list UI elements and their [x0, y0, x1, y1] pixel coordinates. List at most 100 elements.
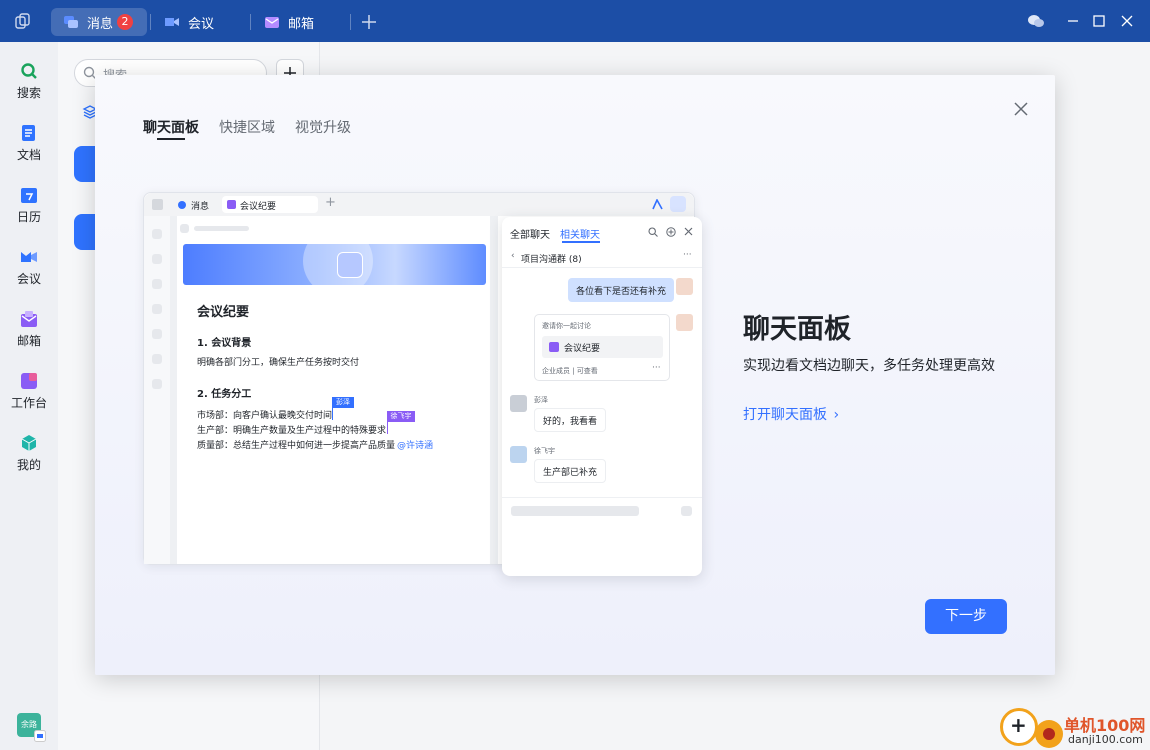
search-icon: [648, 227, 658, 237]
device-status-icon: [34, 730, 46, 742]
maximize-icon[interactable]: [1093, 15, 1105, 27]
sidebar-item-docs[interactable]: 文档: [0, 124, 58, 163]
divider: [502, 497, 702, 498]
preview-app-icon: [152, 199, 163, 210]
chat-message-text: 各位看下是否还有补充: [576, 286, 667, 297]
collab-cursor-label: 彭泽: [332, 397, 354, 408]
plus-icon: +: [325, 195, 336, 210]
sidebar-item-label: 邮箱: [16, 334, 41, 348]
preview-tab-doc: 会议纪要: [222, 196, 318, 213]
plus-icon: +: [1010, 713, 1027, 737]
tab-messages[interactable]: 消息 2: [51, 8, 147, 36]
share-card-doc-name: 会议纪要: [564, 344, 601, 354]
share-card-doc: 会议纪要: [542, 336, 663, 358]
next-button-label: 下一步: [945, 608, 987, 624]
watermark-dot-icon: [1035, 720, 1063, 748]
feature-description: 实现边看文档边聊天，多任务处理更高效: [743, 358, 995, 374]
doc-text: 市场部：向客户确认最晚交付时间: [197, 411, 333, 421]
divider: [170, 216, 177, 564]
active-tab-indicator: [157, 138, 185, 140]
sidebar-item-search[interactable]: 搜索: [0, 62, 58, 101]
doc-share-card: 邀请你一起讨论 会议纪要 企业成员 | 可查看 ···: [534, 314, 670, 381]
open-chat-panel-link-label: 打开聊天面板: [743, 407, 827, 423]
avatar: [510, 446, 527, 463]
sidebar-item-calendar[interactable]: 日历: [0, 186, 58, 225]
tab-meeting[interactable]: 会议: [156, 8, 244, 36]
sidebar-item-label: 文档: [16, 148, 41, 162]
chat-tab-all: 全部聊天: [510, 230, 550, 241]
sidebar-item-workbench[interactable]: 工作台: [0, 372, 58, 411]
skeleton: [152, 379, 162, 389]
sidebar-item-mail[interactable]: 邮箱: [0, 310, 58, 349]
sidebar-item-label: 会议: [16, 272, 41, 286]
more-icon: ···: [683, 250, 692, 260]
tab-mail-label: 邮箱: [288, 16, 315, 32]
skeleton: [194, 226, 249, 231]
skeleton: [681, 506, 692, 516]
tab-mail[interactable]: 邮箱: [256, 8, 344, 36]
back-chevron-icon: ‹: [511, 251, 515, 261]
app-logo-icon[interactable]: [15, 13, 31, 29]
ai-icon: [652, 199, 663, 210]
minimize-icon[interactable]: [1066, 14, 1080, 28]
workbench-icon: [21, 373, 37, 389]
chat-message-bubble: 生产部已补充: [534, 459, 607, 483]
preview-tabbar: 消息 会议纪要 +: [144, 193, 694, 216]
cube-icon: [21, 435, 37, 451]
sidebar-item-label: 工作台: [10, 396, 47, 410]
preview-nav-rail: [144, 216, 170, 564]
skeleton: [152, 279, 162, 289]
feature-intro-dialog: 聊天面板 快捷区域 视觉升级 消息 会议纪要 + 会议纪要 1. 会议背景 明确…: [95, 75, 1055, 675]
chat-message-bubble: 各位看下是否还有补充: [568, 278, 675, 302]
chat-tab-related: 相关聊天: [560, 230, 600, 241]
next-button[interactable]: 下一步: [925, 599, 1007, 634]
skeleton: [152, 304, 162, 314]
chat-input-skeleton: [511, 506, 639, 516]
preview-chat-panel: 全部聊天 相关聊天 ‹ 项目沟通群 (8) ··· 各位看下是否还有补充 邀请你…: [502, 217, 702, 576]
doc-section-heading: 2. 任务分工: [197, 389, 252, 400]
tab-quick-area[interactable]: 快捷区域: [219, 117, 275, 137]
chat-sender: 彭泽: [534, 396, 548, 404]
sidebar-item-label: 日历: [16, 210, 41, 224]
tab-divider: [350, 14, 351, 30]
doc-icon: [22, 125, 35, 141]
sidebar-item-me[interactable]: 我的: [0, 434, 58, 473]
more-icon: ···: [652, 363, 661, 373]
sidebar: 搜索 文档 日历 会议 邮箱 工作台 我的 余路: [0, 42, 58, 750]
video-icon: [21, 252, 37, 262]
watermark-url: danji100.com: [1068, 733, 1143, 746]
sidebar-item-label: 我的: [16, 458, 41, 472]
share-card-title: 邀请你一起讨论: [542, 322, 591, 330]
add-icon: [666, 227, 676, 237]
doc-icon: [227, 200, 236, 209]
avatar: [676, 278, 693, 295]
tab-meeting-label: 会议: [188, 16, 215, 32]
close-icon[interactable]: [1014, 102, 1028, 116]
chat-message-text: 生产部已补充: [543, 467, 598, 478]
unread-badge: 2: [117, 14, 134, 30]
skeleton: [152, 354, 162, 364]
search-icon: [21, 63, 37, 79]
tab-visual-upgrade[interactable]: 视觉升级: [295, 117, 351, 137]
doc-mention: @许诗涵: [397, 441, 434, 451]
sidebar-item-meeting[interactable]: 会议: [0, 248, 58, 287]
collab-cursor: [332, 408, 333, 420]
close-window-icon[interactable]: [1121, 15, 1133, 27]
preview-tab-doc-label: 会议纪要: [240, 202, 277, 212]
tab-divider: [250, 14, 251, 30]
chat-message-bubble: 好的，我看看: [534, 408, 607, 432]
chat-panel-icon[interactable]: [1027, 13, 1045, 29]
close-icon: [684, 227, 693, 236]
avatar-label: 余路: [21, 720, 37, 729]
add-tab-icon[interactable]: [361, 14, 377, 30]
tab-chat-panel[interactable]: 聊天面板: [143, 117, 199, 137]
chat-message-text: 好的，我看看: [543, 416, 598, 427]
chat-sender: 徐飞宇: [534, 447, 555, 455]
watermark-logo-icon: +: [1000, 708, 1038, 746]
chat-tab-indicator: [562, 241, 600, 243]
divider: [502, 267, 702, 268]
doc-text: 生产部：明确生产数量及生产过程中的特殊要求: [197, 426, 387, 436]
avatar: [510, 395, 527, 412]
doc-icon: [549, 342, 559, 352]
open-chat-panel-link[interactable]: 打开聊天面板 ›: [743, 404, 839, 424]
